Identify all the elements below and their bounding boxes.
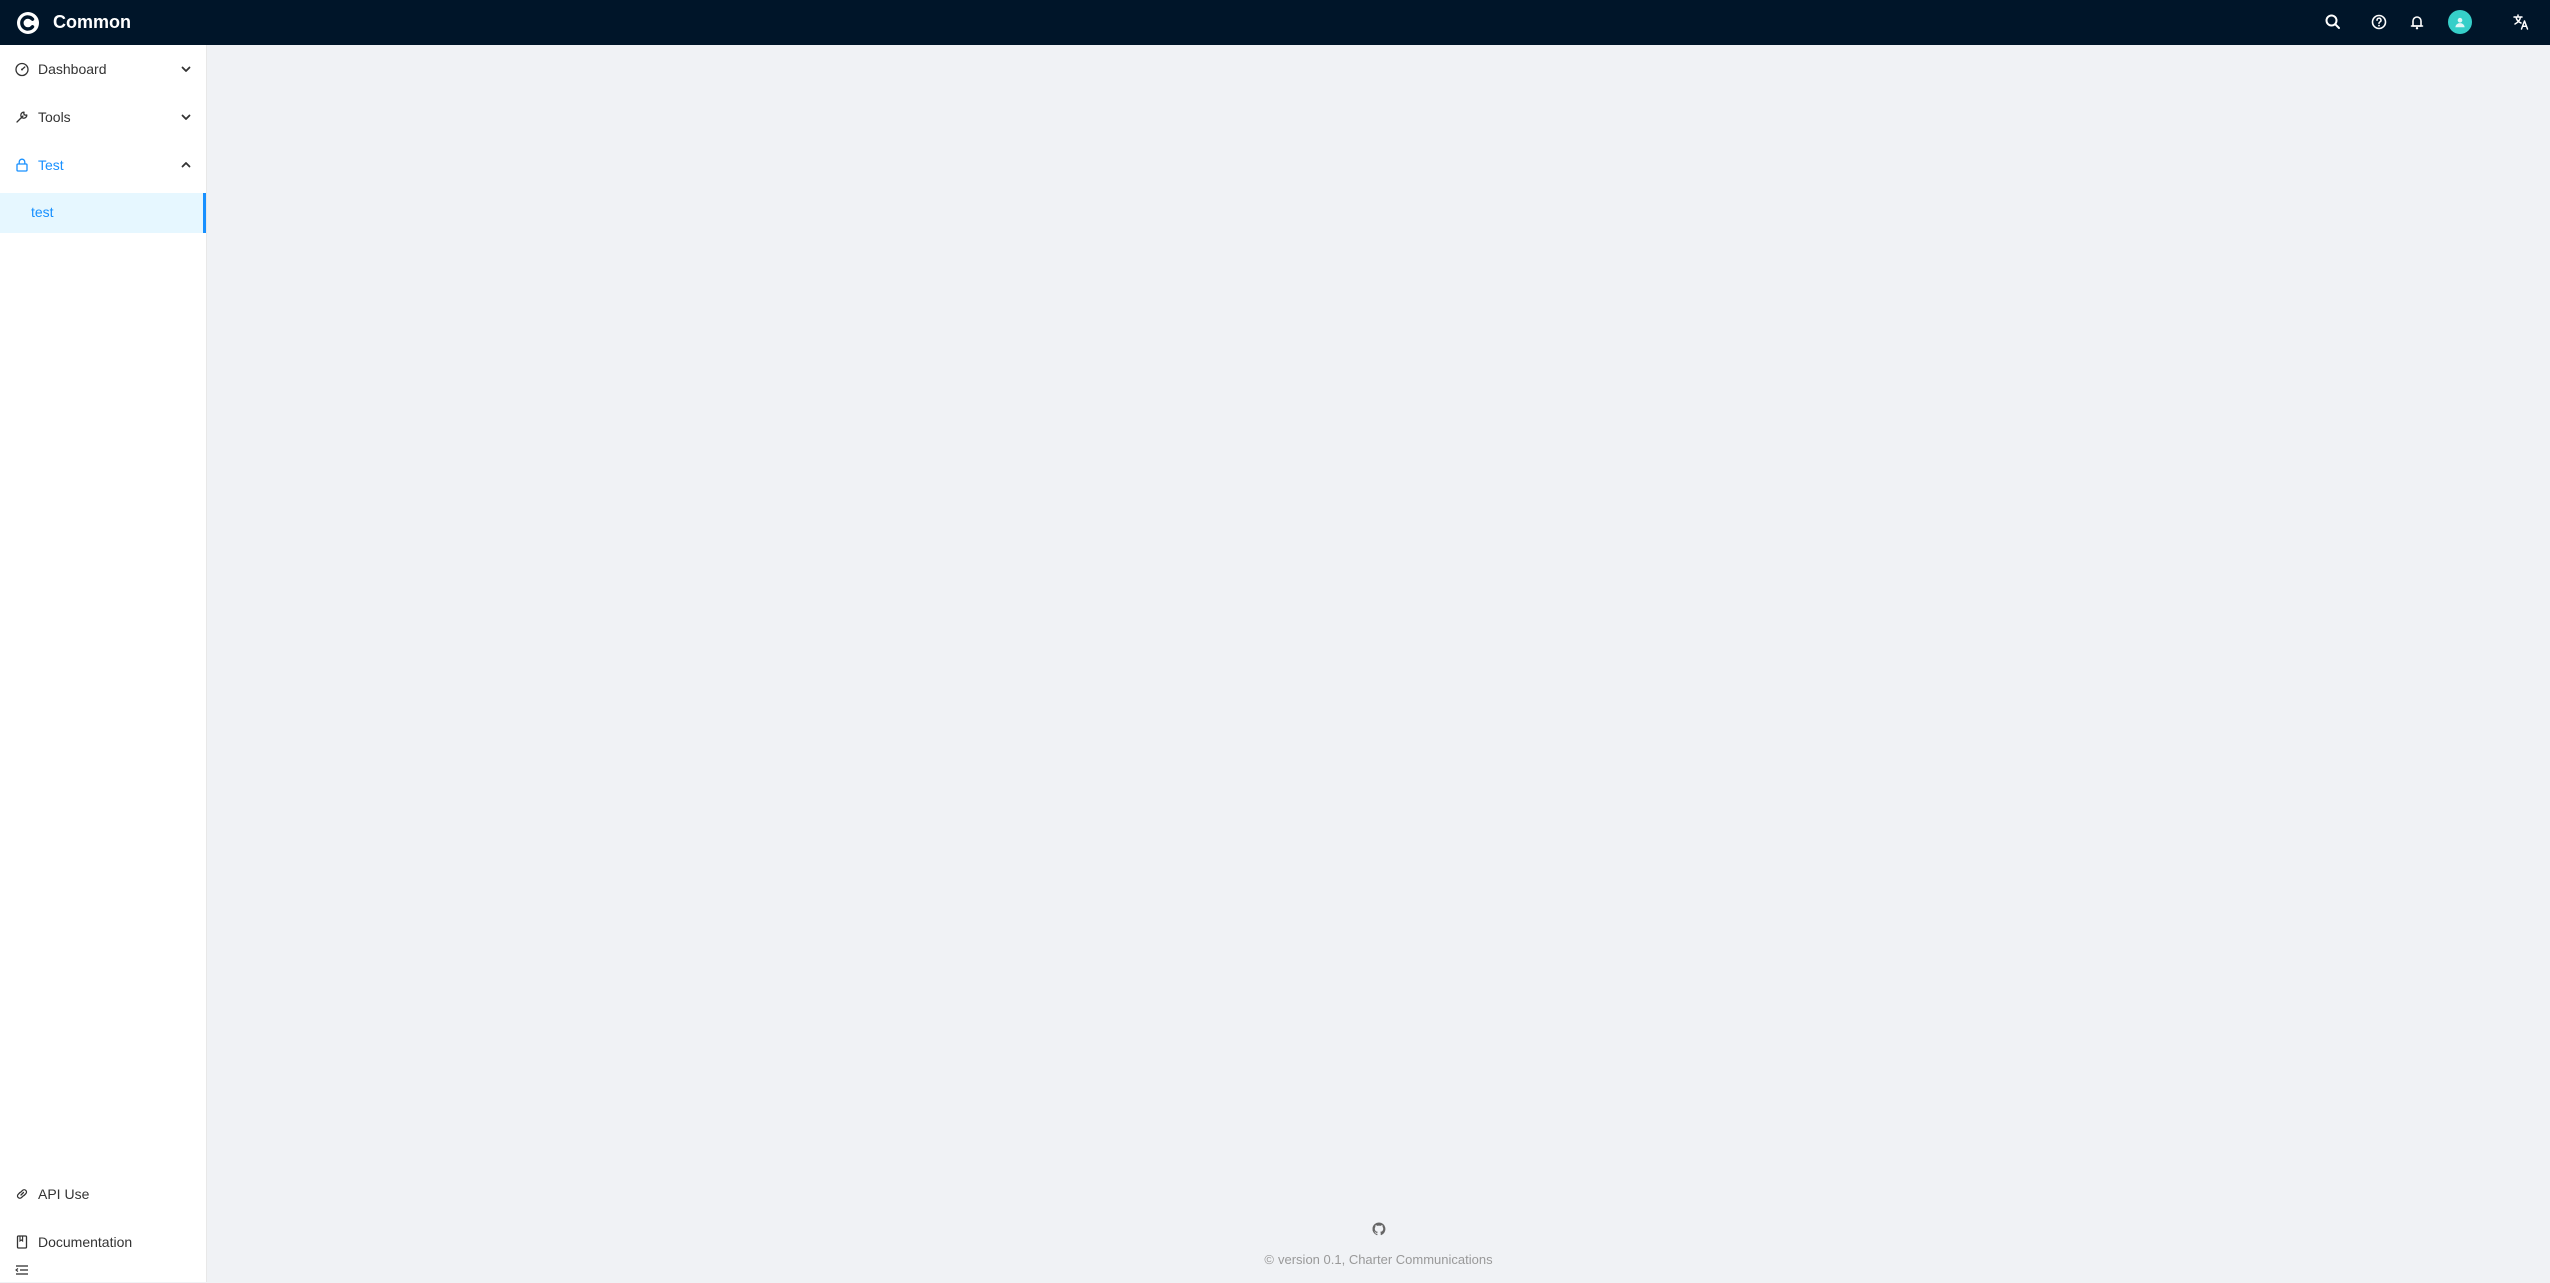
sidebar-item-api-use[interactable]: API Use <box>0 1174 206 1214</box>
footer: © version 0.1, Charter Communications <box>207 1212 2550 1282</box>
link-icon <box>14 1186 30 1202</box>
lock-icon <box>14 157 30 173</box>
bell-icon[interactable] <box>2407 12 2427 32</box>
translate-icon[interactable] <box>2511 12 2531 32</box>
app-logo-icon[interactable] <box>16 11 40 35</box>
sidebar-item-test[interactable]: Test <box>0 145 206 185</box>
sidebar-item-dashboard[interactable]: Dashboard <box>0 49 206 89</box>
sidebar-item-label: API Use <box>38 1186 90 1202</box>
menu-fold-icon[interactable] <box>14 1262 30 1278</box>
chevron-down-icon <box>180 63 192 75</box>
copyright-icon: © <box>1264 1252 1274 1267</box>
sidebar-subitem-test[interactable]: test <box>0 193 206 233</box>
sidebar: Dashboard Tools Test test API Use Docume… <box>0 45 207 1282</box>
app-title[interactable]: Common <box>53 10 131 34</box>
sidebar-subitem-label: test <box>31 204 54 220</box>
search-icon[interactable] <box>2323 12 2343 32</box>
footer-copyright: © version 0.1, Charter Communications <box>207 1252 2550 1267</box>
sidebar-item-label: Test <box>38 157 64 173</box>
chevron-down-icon <box>180 111 192 123</box>
tool-icon <box>14 109 30 125</box>
sidebar-item-documentation[interactable]: Documentation <box>0 1222 206 1262</box>
github-icon[interactable] <box>1371 1221 1387 1237</box>
book-icon <box>14 1234 30 1250</box>
question-circle-icon[interactable] <box>2369 12 2389 32</box>
top-header: Common <box>0 0 2550 45</box>
sidebar-item-label: Tools <box>38 109 71 125</box>
sidebar-item-label: Dashboard <box>38 61 107 77</box>
sidebar-item-tools[interactable]: Tools <box>0 97 206 137</box>
footer-version-text: version 0.1, Charter Communications <box>1278 1252 1493 1267</box>
chevron-up-icon <box>180 159 192 171</box>
main-content <box>207 45 2550 1212</box>
dashboard-icon <box>14 61 30 77</box>
user-avatar[interactable] <box>2448 10 2472 34</box>
sidebar-item-label: Documentation <box>38 1234 133 1250</box>
